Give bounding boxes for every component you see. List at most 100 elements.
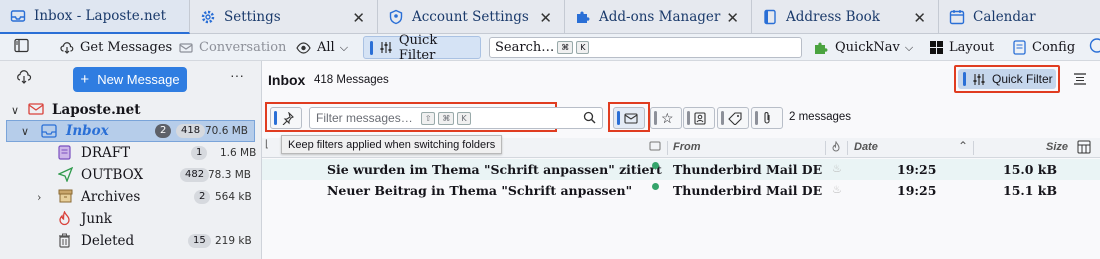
message-count-badge: 2 — [194, 190, 211, 204]
tab-label: Address Book — [786, 9, 880, 25]
message-count-badge: 418 — [176, 124, 206, 138]
tab-inbox[interactable]: Inbox - Laposte.net — [0, 0, 190, 34]
junk-status-icon[interactable]: ♨ — [832, 162, 842, 175]
more-options-icon[interactable]: ··· — [230, 67, 244, 83]
quicknav-dropdown[interactable]: QuickNav ⌵ — [813, 36, 913, 59]
message-row[interactable]: Sie wurden im Thema "Schrift anpassen" z… — [262, 159, 1100, 180]
tab-addons-manager[interactable]: Add-ons Manager ✕ — [565, 0, 752, 34]
message-subject: Neuer Beitrag in Thema "Schrift anpassen… — [327, 183, 633, 198]
close-icon[interactable]: ✕ — [539, 9, 552, 27]
folder-junk[interactable]: Junk — [0, 208, 262, 230]
account-icon — [388, 9, 404, 25]
junk-flame-icon — [58, 211, 71, 226]
get-messages-label: Get Messages — [80, 40, 173, 55]
toggle-indicator — [755, 111, 758, 125]
column-from[interactable]: From — [673, 141, 701, 153]
close-icon[interactable]: ✕ — [913, 9, 926, 27]
tab-address-book[interactable]: Address Book ✕ — [752, 0, 939, 34]
filter-contact-button[interactable] — [683, 107, 715, 129]
search-input[interactable]: Search… ⌘ K — [489, 37, 802, 58]
quick-filter-bar: Filter messages… ⇧ ⌘ K ☆ 2 messages — [262, 98, 1100, 135]
folder-pane: + New Message ··· ∨ Laposte.net ∨ Inbox … — [0, 61, 262, 259]
message-size: 15.0 kB — [1003, 162, 1058, 177]
shortcut-key: ⌘ — [557, 41, 574, 54]
close-icon[interactable]: ✕ — [726, 9, 739, 27]
view-all-dropdown[interactable]: All ⌵ — [296, 36, 348, 59]
column-picker-icon[interactable] — [1077, 140, 1091, 154]
tab-settings[interactable]: Settings ✕ — [190, 0, 378, 34]
unread-dot-icon[interactable] — [652, 162, 659, 169]
message-date: 19:25 — [897, 162, 937, 177]
list-layout-icon[interactable] — [1073, 72, 1087, 89]
tab-account-settings[interactable]: Account Settings ✕ — [378, 0, 565, 34]
pin-icon — [281, 111, 294, 125]
info-icon — [1087, 38, 1100, 57]
folder-archives[interactable]: › Archives 2 564 kB — [0, 186, 262, 208]
trash-icon — [58, 233, 71, 248]
column-date[interactable]: Date — [854, 141, 878, 153]
chevron-down-icon[interactable]: ∨ — [21, 125, 29, 138]
sticky-filter-toggle[interactable] — [270, 107, 302, 129]
quick-filter-toggle[interactable]: Quick Filter — [363, 33, 481, 63]
filter-tags-button[interactable] — [717, 107, 749, 129]
toggle-indicator — [721, 111, 724, 125]
tab-calendar[interactable]: Calendar — [939, 0, 1100, 34]
toggle-indicator — [617, 111, 620, 125]
message-count-badge: 482 — [180, 168, 210, 182]
send-icon — [58, 167, 73, 182]
gear-icon — [200, 9, 216, 25]
folder-account-laposte[interactable]: ∨ Laposte.net — [0, 99, 262, 121]
folder-name: Junk — [81, 211, 112, 227]
star-icon: ☆ — [661, 109, 674, 126]
filter-messages-input[interactable]: Filter messages… ⇧ ⌘ K — [309, 107, 603, 129]
toggle-indicator — [370, 40, 373, 55]
junk-column-icon[interactable] — [831, 141, 841, 153]
folder-size: 78.3 MB — [208, 169, 251, 181]
folder-name: Deleted — [81, 233, 135, 249]
message-row[interactable]: Neuer Beitrag in Thema "Schrift anpassen… — [262, 180, 1100, 201]
eye-icon — [296, 41, 311, 54]
chevron-down-icon[interactable]: ∨ — [11, 104, 19, 117]
filter-starred-button[interactable]: ☆ — [650, 107, 682, 129]
folder-pane-toggle[interactable] — [14, 36, 29, 59]
message-size: 15.1 kB — [1003, 183, 1058, 198]
column-size[interactable]: Size — [1046, 141, 1068, 153]
shortcut-key: ⇧ — [420, 111, 436, 125]
folder-name: Laposte.net — [52, 102, 141, 118]
message-subject: Sie wurden im Thema "Schrift anpassen" z… — [327, 162, 662, 177]
tab-label: Add-ons Manager — [599, 9, 721, 25]
thread-column-icon[interactable] — [649, 141, 661, 152]
shortcut-key: ⌘ — [438, 111, 455, 125]
junk-status-icon[interactable]: ♨ — [832, 183, 842, 196]
tab-label: Account Settings — [412, 9, 529, 25]
quicknav-label: QuickNav — [835, 40, 900, 55]
column-separator — [847, 141, 848, 155]
message-count-badge: 1 — [191, 146, 208, 160]
get-messages-button[interactable]: Get Messages — [60, 36, 172, 59]
shortcut-key: K — [457, 111, 471, 125]
sidebar-icon — [14, 38, 29, 57]
close-icon[interactable]: ✕ — [352, 9, 365, 27]
message-from: Thunderbird Mail DE — [673, 183, 823, 198]
chevron-right-icon[interactable]: › — [37, 191, 41, 204]
chevron-down-icon: ⌵ — [339, 40, 349, 54]
cloud-download-icon[interactable] — [16, 70, 32, 87]
layout-button[interactable]: Layout — [930, 36, 994, 59]
folder-draft[interactable]: DRAFT 1 1.6 MB — [0, 142, 262, 164]
filter-sliders-icon — [379, 41, 393, 54]
toggle-indicator — [687, 111, 690, 125]
folder-outbox[interactable]: OUTBOX 482 78.3 MB — [0, 164, 262, 186]
overflow-menu-button[interactable] — [1087, 36, 1100, 59]
mail-account-icon — [28, 102, 44, 116]
quick-filter-button[interactable]: Quick Filter — [958, 69, 1056, 89]
config-button[interactable]: Config — [1013, 36, 1075, 59]
filter-attachment-button[interactable] — [751, 107, 783, 129]
folder-name: Inbox — [66, 123, 109, 139]
new-message-button[interactable]: + New Message — [73, 67, 187, 92]
conversation-button[interactable]: Conversation — [179, 36, 286, 59]
filter-unread-button[interactable] — [613, 107, 645, 129]
folder-inbox[interactable]: ∨ Inbox 2 418 70.6 MB — [6, 120, 255, 142]
message-date: 19:25 — [897, 183, 937, 198]
folder-deleted[interactable]: Deleted 15 219 kB — [0, 230, 262, 252]
unread-dot-icon[interactable] — [652, 183, 659, 190]
